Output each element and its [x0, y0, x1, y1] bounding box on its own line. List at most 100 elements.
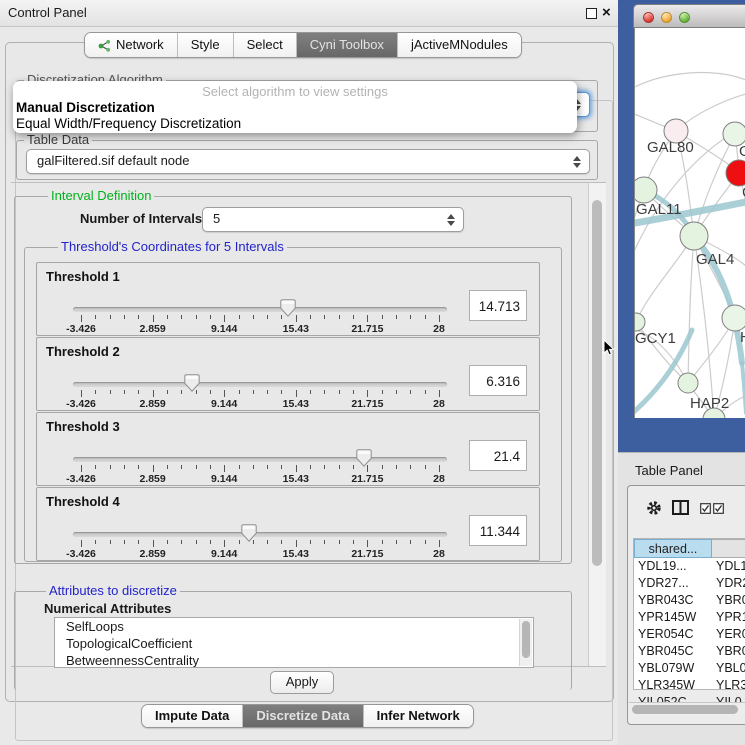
tab-jactivemnodules[interactable]: jActiveMNodules — [397, 33, 521, 57]
zoom-window-icon[interactable] — [679, 12, 690, 23]
threshold-2-value-field[interactable]: 6.316 — [469, 365, 527, 396]
panel-scrollbar-thumb[interactable] — [592, 200, 602, 566]
node-label: GAL4 — [696, 251, 734, 268]
tab-label: Infer Network — [377, 705, 460, 727]
panel-scrollbar[interactable] — [588, 183, 606, 666]
tab-style[interactable]: Style — [177, 33, 233, 57]
network-node-GAL11[interactable] — [635, 177, 657, 203]
tab-label: jActiveMNodules — [411, 33, 508, 57]
num-intervals-value: 5 — [213, 208, 443, 230]
table-row[interactable]: YBR043C YBR0 — [634, 592, 745, 609]
network-node-HAP2[interactable] — [678, 373, 698, 393]
tab-infer-network[interactable]: Infer Network — [363, 705, 473, 727]
popup-item-equal-width-frequency[interactable]: Equal Width/Frequency Discretization — [16, 116, 574, 132]
table-hscrollbar[interactable] — [629, 702, 745, 716]
table-row[interactable]: YPR145W YPR1 — [634, 609, 745, 626]
cell-name[interactable]: YDR2 — [716, 575, 745, 592]
threshold-2-slider-thumb[interactable] — [184, 374, 200, 392]
table-row[interactable]: YBL079W YBL0 — [634, 660, 745, 677]
threshold-label: Threshold 4 — [46, 494, 120, 509]
network-node-GCY1[interactable] — [635, 313, 645, 331]
thresholds-group-title: Threshold's Coordinates for 5 Intervals — [58, 240, 287, 253]
threshold-3-value-field[interactable]: 21.4 — [469, 440, 527, 471]
table-row[interactable]: YLR345W YLR3 — [634, 677, 745, 694]
table-row[interactable]: YER054C YER0 — [634, 626, 745, 643]
threshold-3-slider-thumb[interactable] — [356, 449, 372, 467]
close-window-icon[interactable] — [643, 12, 654, 23]
cell-name[interactable]: YBR0 — [716, 643, 745, 660]
cell-name[interactable]: YER0 — [716, 626, 745, 643]
slider-tick-labels: -3.4262.8599.14415.4321.71528 — [81, 323, 439, 334]
node-label: GCY1 — [635, 330, 676, 347]
slider-ticks — [81, 465, 439, 473]
num-intervals-combobox[interactable]: 5 — [202, 207, 464, 232]
cell-shared-name[interactable]: YBL079W — [638, 660, 694, 677]
tab-label: Style — [191, 33, 220, 57]
threshold-3-slider-track[interactable] — [73, 457, 447, 462]
cell-shared-name[interactable]: YER054C — [638, 626, 694, 643]
checkboxes-icon[interactable] — [700, 503, 724, 514]
tab-discretize-data[interactable]: Discretize Data — [242, 705, 362, 727]
tab-network[interactable]: Network — [85, 33, 177, 57]
attributes-scrollbar[interactable] — [519, 619, 532, 666]
network-canvas[interactable]: GAL80GACGAL11GAL4GCY1HHAP2 — [634, 28, 745, 418]
combo-arrows-icon — [447, 214, 456, 226]
close-icon[interactable]: × — [602, 3, 611, 23]
table-row[interactable]: YDL19... YDL1 — [634, 558, 745, 575]
cell-shared-name[interactable]: YDR27... — [638, 575, 689, 592]
list-item-betweennesscentrality[interactable]: BetweennessCentrality — [55, 652, 533, 668]
interval-group-title: Interval Definition — [48, 189, 154, 202]
tab-label: Select — [247, 33, 283, 57]
network-node-GAL4[interactable] — [680, 222, 708, 250]
popup-item-manual-discretization[interactable]: Manual Discretization — [16, 100, 574, 116]
column-header-name[interactable]: na — [712, 539, 745, 558]
node-label: GAL11 — [636, 201, 682, 218]
slider-tick-labels: -3.4262.8599.14415.4321.71528 — [81, 473, 439, 484]
cell-name[interactable]: YBL0 — [716, 660, 745, 677]
cell-shared-name[interactable]: YBR045C — [638, 643, 694, 660]
threshold-4-value-field[interactable]: 11.344 — [469, 515, 527, 546]
threshold-4-slider-track[interactable] — [73, 532, 447, 537]
cell-shared-name[interactable]: YBR043C — [638, 592, 694, 609]
list-item-selfloops[interactable]: SelfLoops — [55, 618, 533, 635]
threshold-label: Threshold 2 — [46, 344, 120, 359]
application-window: Control Panel × Network Style Select Cyn… — [0, 0, 745, 745]
cell-shared-name[interactable]: YPR145W — [638, 609, 696, 626]
table-data-value: galFiltered.sif default node — [37, 150, 569, 172]
threshold-1-slider-thumb[interactable] — [280, 299, 296, 317]
table-hscrollbar-thumb[interactable] — [632, 705, 738, 714]
apply-button[interactable]: Apply — [270, 671, 334, 694]
minimize-window-icon[interactable] — [661, 12, 672, 23]
network-window-titlebar[interactable] — [633, 4, 745, 28]
list-item-topologicalcoefficient[interactable]: TopologicalCoefficient — [55, 635, 533, 652]
float-window-icon[interactable] — [586, 8, 597, 19]
cell-name[interactable]: YPR1 — [716, 609, 745, 626]
network-node-C[interactable] — [726, 160, 745, 186]
table-row[interactable]: YBR045C YBR0 — [634, 643, 745, 660]
threshold-1-slider-track[interactable] — [73, 307, 447, 312]
tab-cyni-toolbox[interactable]: Cyni Toolbox — [296, 33, 397, 57]
threshold-1-value-field[interactable]: 14.713 — [469, 290, 527, 321]
algorithm-dropdown-popup: Select algorithm to view settings Manual… — [13, 81, 577, 133]
cell-shared-name[interactable]: YDL19... — [638, 558, 687, 575]
cell-shared-name[interactable]: YLR345W — [638, 677, 695, 694]
panel-title: Control Panel — [8, 0, 87, 26]
tab-select[interactable]: Select — [233, 33, 296, 57]
network-node-H[interactable] — [722, 305, 745, 331]
table-data-combobox[interactable]: galFiltered.sif default node — [26, 149, 590, 174]
combo-arrows-icon — [573, 156, 582, 168]
column-header-shared-name[interactable]: shared... — [634, 539, 712, 558]
top-tab-bar: Network Style Select Cyni Toolbox jActiv… — [84, 32, 522, 58]
node-label: H — [740, 329, 745, 346]
cell-name[interactable]: YLR3 — [716, 677, 745, 694]
gear-icon[interactable] — [646, 500, 662, 516]
cell-name[interactable]: YBR0 — [716, 592, 745, 609]
table-toolbar — [628, 486, 745, 530]
columns-icon[interactable] — [672, 500, 689, 515]
tab-impute-data[interactable]: Impute Data — [142, 705, 242, 727]
cell-name[interactable]: YDL1 — [716, 558, 745, 575]
table-row[interactable]: YDR27... YDR2 — [634, 575, 745, 592]
threshold-4-slider-thumb[interactable] — [241, 524, 257, 542]
attributes-scrollbar-thumb[interactable] — [522, 621, 530, 658]
threshold-2-slider-track[interactable] — [73, 382, 447, 387]
